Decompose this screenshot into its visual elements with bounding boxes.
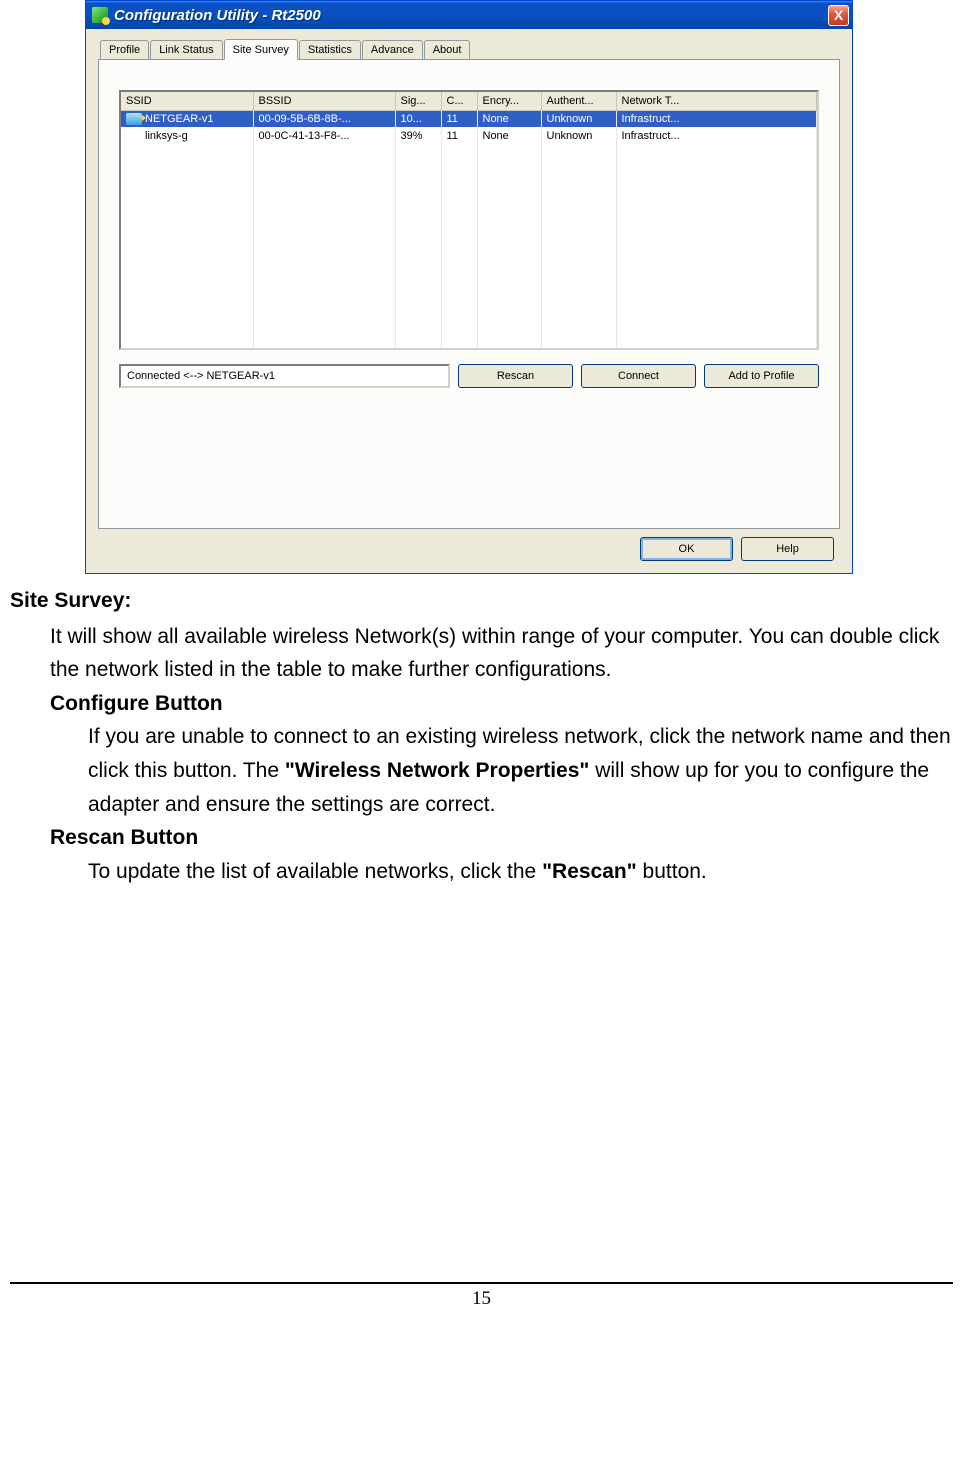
tab-bar: Profile Link Status Site Survey Statisti… xyxy=(98,39,840,59)
app-icon xyxy=(92,7,108,23)
titlebar[interactable]: Configuration Utility - Rt2500 X xyxy=(86,1,852,29)
network-list[interactable]: SSID BSSID Sig... C... Encry... Authent.… xyxy=(119,90,819,350)
cell-auth: Unknown xyxy=(541,110,616,127)
network-icon xyxy=(126,113,142,125)
cell-ssid: linksys-g xyxy=(121,127,253,144)
connection-status: Connected <--> NETGEAR-v1 xyxy=(119,364,450,388)
tab-site-survey[interactable]: Site Survey xyxy=(224,39,298,60)
col-nettype[interactable]: Network T... xyxy=(616,92,817,110)
cell-nettype: Infrastruct... xyxy=(616,127,817,144)
rescan-button[interactable]: Rescan xyxy=(458,364,573,388)
tab-profile[interactable]: Profile xyxy=(100,40,149,60)
table-row[interactable] xyxy=(121,246,817,263)
config-utility-window: Configuration Utility - Rt2500 X Profile… xyxy=(85,0,853,574)
subheading-rescan: Rescan Button xyxy=(10,821,953,855)
table-row[interactable] xyxy=(121,195,817,212)
cell-bssid: 00-09-5B-6B-8B-... xyxy=(253,110,395,127)
table-row[interactable] xyxy=(121,314,817,331)
column-header-row: SSID BSSID Sig... C... Encry... Authent.… xyxy=(121,92,817,110)
subheading-configure: Configure Button xyxy=(10,687,953,721)
paragraph: It will show all available wireless Netw… xyxy=(10,620,953,687)
cell-signal: 39% xyxy=(395,127,441,144)
table-row[interactable] xyxy=(121,212,817,229)
tab-advance[interactable]: Advance xyxy=(362,40,423,60)
table-row[interactable] xyxy=(121,229,817,246)
window-title: Configuration Utility - Rt2500 xyxy=(114,7,828,24)
tab-panel: SSID BSSID Sig... C... Encry... Authent.… xyxy=(98,59,840,529)
table-row[interactable] xyxy=(121,331,817,348)
table-row[interactable]: NETGEAR-v1 00-09-5B-6B-8B-... 10... 11 N… xyxy=(121,110,817,127)
table-row[interactable] xyxy=(121,178,817,195)
table-row[interactable] xyxy=(121,144,817,161)
ok-button[interactable]: OK xyxy=(640,537,733,561)
connect-button[interactable]: Connect xyxy=(581,364,696,388)
paragraph: To update the list of available networks… xyxy=(10,855,953,889)
section-heading: Site Survey: xyxy=(10,584,953,618)
close-icon[interactable]: X xyxy=(828,5,849,26)
table-row[interactable] xyxy=(121,263,817,280)
cell-bssid: 00-0C-41-13-F8-... xyxy=(253,127,395,144)
tab-about[interactable]: About xyxy=(424,40,471,60)
cell-auth: Unknown xyxy=(541,127,616,144)
col-channel[interactable]: C... xyxy=(441,92,477,110)
cell-encrypt: None xyxy=(477,127,541,144)
cell-channel: 11 xyxy=(441,110,477,127)
paragraph: If you are unable to connect to an exist… xyxy=(10,720,953,821)
table-row[interactable]: linksys-g 00-0C-41-13-F8-... 39% 11 None… xyxy=(121,127,817,144)
help-button[interactable]: Help xyxy=(741,537,834,561)
tab-link-status[interactable]: Link Status xyxy=(150,40,222,60)
col-signal[interactable]: Sig... xyxy=(395,92,441,110)
cell-nettype: Infrastruct... xyxy=(616,110,817,127)
add-to-profile-button[interactable]: Add to Profile xyxy=(704,364,819,388)
col-bssid[interactable]: BSSID xyxy=(253,92,395,110)
cell-encrypt: None xyxy=(477,110,541,127)
document-text: Site Survey: It will show all available … xyxy=(10,584,953,888)
table-row[interactable] xyxy=(121,280,817,297)
tab-statistics[interactable]: Statistics xyxy=(299,40,361,60)
cell-ssid: NETGEAR-v1 xyxy=(145,113,213,125)
col-auth[interactable]: Authent... xyxy=(541,92,616,110)
page-number: 15 xyxy=(10,1282,953,1310)
table-row[interactable] xyxy=(121,297,817,314)
col-encrypt[interactable]: Encry... xyxy=(477,92,541,110)
cell-signal: 10... xyxy=(395,110,441,127)
cell-channel: 11 xyxy=(441,127,477,144)
col-ssid[interactable]: SSID xyxy=(121,92,253,110)
table-row[interactable] xyxy=(121,161,817,178)
